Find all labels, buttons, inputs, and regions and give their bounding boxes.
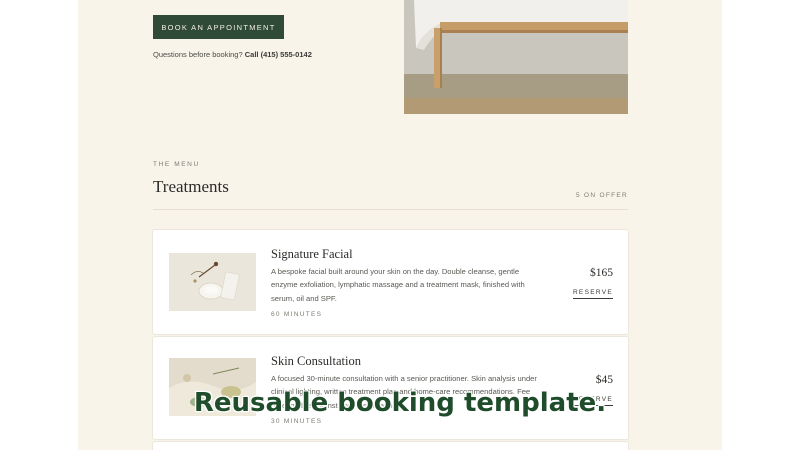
facial-products-illustration xyxy=(169,253,256,311)
treatment-card-signature-facial[interactable]: Signature Facial A bespoke facial built … xyxy=(153,230,628,334)
bedroom-photo xyxy=(404,0,628,114)
call-phone-link[interactable]: Call (415) 555-0142 xyxy=(245,50,312,59)
treatment-duration: 60 MINUTES xyxy=(271,311,323,318)
reserve-button[interactable]: RESERVE xyxy=(572,289,613,299)
treatment-count: 5 ON OFFER xyxy=(575,192,628,199)
section-divider xyxy=(153,209,628,210)
facial-products-photo xyxy=(169,253,256,311)
treatment-name: Skin Consultation xyxy=(271,354,361,368)
questions-label: Questions before booking? xyxy=(153,50,245,59)
booking-questions-text: Questions before booking? Call (415) 555… xyxy=(153,50,312,59)
treatment-price: $165 xyxy=(590,267,613,279)
bedroom-illustration xyxy=(404,0,628,114)
book-appointment-button[interactable]: BOOK AN APPOINTMENT xyxy=(153,15,284,39)
video-caption-overlay: Reusable booking template. xyxy=(193,388,607,418)
section-title: Treatments xyxy=(153,177,229,196)
menu-eyebrow: THE MENU xyxy=(153,161,200,168)
treatment-card-partial[interactable] xyxy=(153,442,628,450)
treatment-description: A bespoke facial built around your skin … xyxy=(271,267,525,303)
treatment-duration: 30 MINUTES xyxy=(271,418,323,425)
treatment-name: Signature Facial xyxy=(271,247,353,261)
treatment-price: $45 xyxy=(595,374,613,386)
